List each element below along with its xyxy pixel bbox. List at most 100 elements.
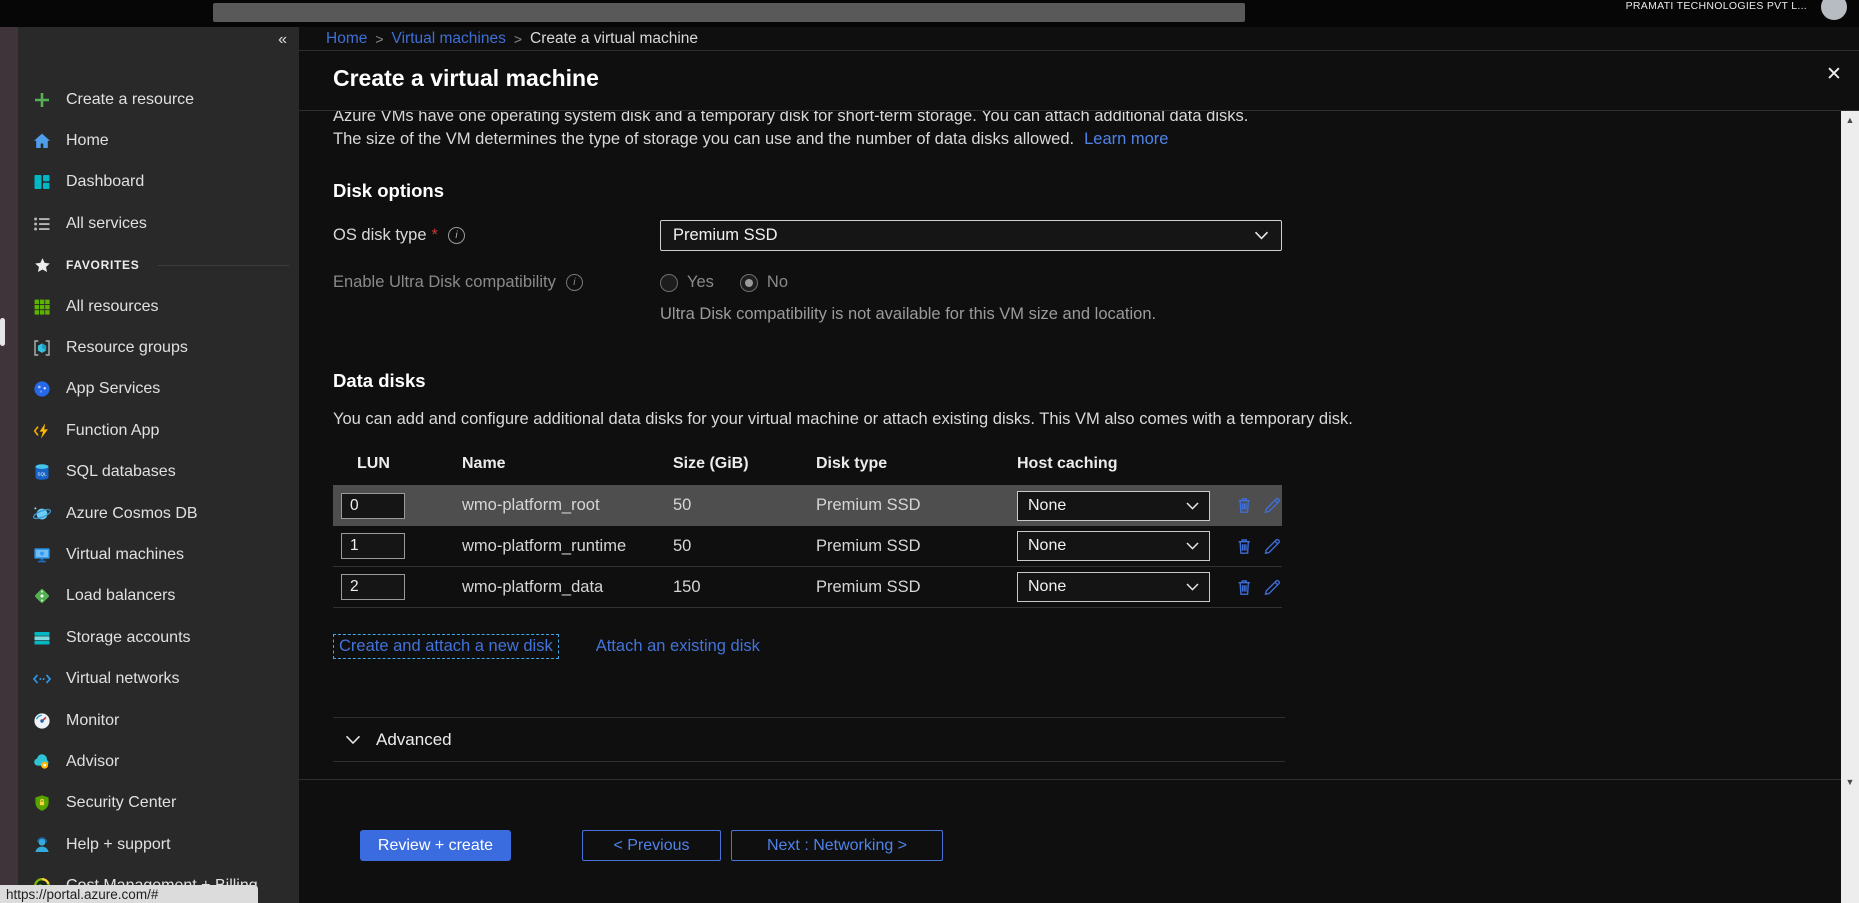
- vertical-scrollbar[interactable]: ▲ ▼: [1841, 111, 1859, 903]
- sidebar-item-label: Monitor: [66, 712, 119, 730]
- sidebar-item-dashboard[interactable]: Dashboard: [18, 162, 299, 203]
- os-disk-type-select[interactable]: Premium SSD: [660, 220, 1282, 251]
- attach-existing-disk-link[interactable]: Attach an existing disk: [596, 637, 760, 656]
- breadcrumb-home-link[interactable]: Home: [326, 30, 367, 48]
- chevron-down-icon: [1186, 583, 1199, 591]
- next-networking-button[interactable]: Next : Networking >: [731, 830, 943, 861]
- delete-disk-icon[interactable]: [1234, 536, 1255, 557]
- edit-disk-icon[interactable]: [1262, 577, 1283, 598]
- lun-input[interactable]: [341, 574, 405, 600]
- col-host-caching: Host caching: [1017, 455, 1228, 473]
- close-icon[interactable]: ✕: [1821, 61, 1847, 87]
- disk-type: Premium SSD: [816, 537, 1017, 556]
- sidebar-item-label: Dashboard: [66, 173, 144, 191]
- top-bar: PRAMATI TECHNOLOGIES PVT L...: [0, 0, 1859, 27]
- panel-footer: Review + create < Previous Next : Networ…: [299, 781, 1841, 903]
- sidebar-item-azure-cosmos-db[interactable]: Azure Cosmos DB: [18, 493, 299, 534]
- sidebar-item-virtual-networks[interactable]: Virtual networks: [18, 658, 299, 699]
- delete-disk-icon[interactable]: [1234, 495, 1255, 516]
- sidebar-item-advisor[interactable]: Advisor: [18, 741, 299, 782]
- sidebar-item-home[interactable]: Home: [18, 120, 299, 161]
- data-disks-description: You can add and configure additional dat…: [333, 406, 1353, 432]
- planet-icon: [31, 504, 53, 524]
- advanced-label: Advanced: [376, 730, 452, 750]
- sidebar-item-label: Security Center: [66, 794, 176, 812]
- sidebar-item-storage-accounts[interactable]: Storage accounts: [18, 617, 299, 658]
- breadcrumb-virtual-machines-link[interactable]: Virtual machines: [392, 30, 506, 48]
- radio-no-label: No: [767, 273, 788, 292]
- edit-disk-icon[interactable]: [1262, 495, 1283, 516]
- sidebar-item-load-balancers[interactable]: Load balancers: [18, 576, 299, 617]
- sidebar-item-label: Help + support: [66, 836, 171, 854]
- info-icon[interactable]: i: [566, 274, 583, 291]
- host-caching-select[interactable]: None: [1017, 531, 1210, 561]
- avatar[interactable]: [1821, 0, 1847, 20]
- grid-icon: [31, 297, 53, 317]
- review-create-button[interactable]: Review + create: [360, 830, 511, 861]
- disk-type: Premium SSD: [816, 496, 1017, 515]
- sidebar-item-label: Virtual machines: [66, 546, 184, 564]
- ultra-disk-label: Enable Ultra Disk compatibility i: [333, 273, 660, 292]
- intro-text: Azure VMs have one operating system disk…: [333, 111, 1363, 151]
- cube-brackets-icon: [31, 338, 53, 358]
- sidebar-item-resource-groups[interactable]: Resource groups: [18, 327, 299, 368]
- sidebar-item-function-app[interactable]: Function App: [18, 410, 299, 451]
- sidebar-item-label: Create a resource: [66, 91, 194, 109]
- edit-disk-icon[interactable]: [1262, 536, 1283, 557]
- advanced-section-toggle[interactable]: Advanced: [333, 717, 1285, 762]
- sidebar-item-label: App Services: [66, 380, 160, 398]
- diamond-icon: [31, 586, 53, 606]
- create-attach-disk-link[interactable]: Create and attach a new disk: [333, 634, 559, 659]
- cloud-badge-icon: [31, 752, 53, 772]
- panel-header: Create a virtual machine ✕: [299, 51, 1859, 111]
- radio-yes-label: Yes: [687, 273, 714, 292]
- disk-links-row: Create and attach a new disk Attach an e…: [333, 634, 1841, 659]
- info-icon[interactable]: i: [448, 227, 465, 244]
- learn-more-link[interactable]: Learn more: [1084, 130, 1168, 148]
- lun-input[interactable]: [341, 493, 405, 519]
- top-search-bar[interactable]: [213, 3, 1245, 22]
- disk-name: wmo-platform_data: [462, 578, 673, 597]
- intro-line-1: Azure VMs have one operating system disk…: [333, 111, 1363, 128]
- gauge-icon: [31, 711, 53, 731]
- radio-no[interactable]: No: [740, 273, 788, 292]
- sidebar-item-virtual-machines[interactable]: Virtual machines: [18, 534, 299, 575]
- delete-disk-icon[interactable]: [1234, 577, 1255, 598]
- host-caching-select[interactable]: None: [1017, 491, 1210, 521]
- sidebar-item-create-a-resource[interactable]: Create a resource: [18, 79, 299, 120]
- sidebar-item-help-support[interactable]: Help + support: [18, 824, 299, 865]
- scroll-down-icon[interactable]: ▼: [1841, 777, 1859, 787]
- data-disks-table-header: LUN Name Size (GiB) Disk type Host cachi…: [333, 448, 1282, 480]
- intro-line-2: The size of the VM determines the type o…: [333, 128, 1363, 151]
- chevron-right-icon: >: [514, 31, 522, 47]
- scroll-up-icon[interactable]: ▲: [1841, 115, 1859, 125]
- sidebar-item-sql-databases[interactable]: SQL SQL databases: [18, 452, 299, 493]
- host-caching-select[interactable]: None: [1017, 572, 1210, 602]
- monitor-screen-icon: [31, 545, 53, 565]
- sidebar-item-security-center[interactable]: Security Center: [18, 783, 299, 824]
- sidebar-item-label: Virtual networks: [66, 670, 180, 688]
- required-marker: *: [432, 226, 438, 245]
- sidebar-item-label: Home: [66, 132, 109, 150]
- col-disk-type: Disk type: [816, 455, 1017, 473]
- azure-portal-window: PRAMATI TECHNOLOGIES PVT L... « Create a…: [0, 0, 1859, 903]
- sidebar-item-all-resources[interactable]: All resources: [18, 286, 299, 327]
- sidebar-collapse-icon[interactable]: «: [278, 31, 287, 49]
- radio-circle-selected: [740, 274, 758, 292]
- sidebar-item-all-services[interactable]: All services: [18, 203, 299, 244]
- chevron-down-icon: [1186, 502, 1199, 510]
- sidebar-nav: Create a resource Home Dashboard All ser…: [18, 79, 299, 903]
- breadcrumb-current: Create a virtual machine: [530, 30, 698, 48]
- previous-button[interactable]: < Previous: [582, 830, 721, 861]
- sidebar-item-app-services[interactable]: App Services: [18, 369, 299, 410]
- disk-name: wmo-platform_root: [462, 496, 673, 515]
- main-region: Home > Virtual machines > Create a virtu…: [299, 27, 1859, 903]
- radio-circle-unselected: [660, 274, 678, 292]
- ultra-disk-radio-group: Yes No: [660, 273, 788, 292]
- panel-scroll-area: Azure VMs have one operating system disk…: [299, 111, 1841, 780]
- lun-input[interactable]: [341, 533, 405, 559]
- radio-yes[interactable]: Yes: [660, 273, 714, 292]
- dashboard-icon: [31, 172, 53, 192]
- sidebar-item-monitor[interactable]: Monitor: [18, 700, 299, 741]
- list-icon: [31, 214, 53, 234]
